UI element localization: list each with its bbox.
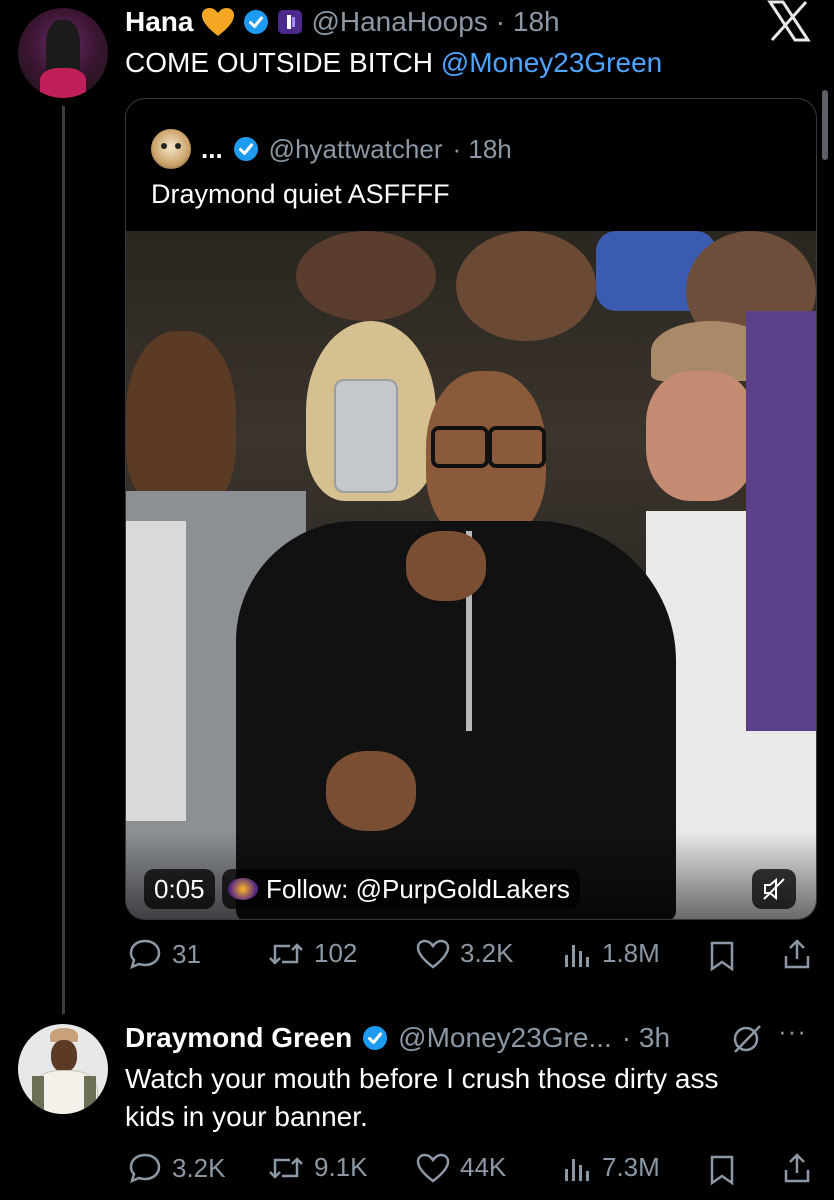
reply-count: 31: [172, 938, 201, 969]
like-button[interactable]: 44K: [416, 1152, 506, 1183]
retweet-icon: [269, 1156, 303, 1179]
thread-line: [62, 106, 65, 1014]
like-button[interactable]: 3.2K: [416, 938, 514, 969]
bookmark-button[interactable]: [708, 940, 736, 972]
heart-icon: [416, 1153, 450, 1183]
bookmark-icon: [710, 941, 734, 972]
heart-icon: [416, 939, 450, 969]
reply-button[interactable]: 3.2K: [128, 1152, 226, 1184]
views-count: 1.8M: [602, 938, 660, 968]
video-timestamp: 0:05: [144, 869, 215, 909]
tweet-time[interactable]: · 18h: [496, 6, 560, 38]
orange-heart-icon: [202, 8, 235, 36]
retweet-button[interactable]: 102: [268, 938, 357, 969]
tweet-text-line: kids in your banner.: [125, 1101, 368, 1132]
avatar-hana[interactable]: [18, 8, 108, 98]
views-icon: [565, 944, 589, 967]
follow-text[interactable]: Follow: @PurpGoldLakers: [266, 874, 570, 905]
share-icon: [784, 1153, 810, 1183]
tweet-time[interactable]: · 3h: [622, 1022, 670, 1054]
reply-count: 3.2K: [172, 1152, 226, 1183]
like-count: 3.2K: [460, 938, 514, 968]
avatar-draymond[interactable]: [18, 1024, 108, 1114]
scrollbar[interactable]: [822, 90, 828, 160]
video-player[interactable]: 0:05 Follow: @PurpGoldLakers: [126, 231, 816, 919]
tweet-text: COME OUTSIDE BITCH @Money23Green: [125, 44, 662, 82]
author-handle[interactable]: @HanaHoops: [311, 6, 487, 38]
reply-button[interactable]: 31: [128, 938, 201, 970]
verified-badge-icon: [363, 1026, 388, 1050]
share-button[interactable]: [782, 938, 812, 970]
share-button[interactable]: [782, 1152, 812, 1184]
reply-icon: [129, 939, 161, 970]
x-logo-icon[interactable]: [766, 0, 816, 46]
grok-icon[interactable]: [730, 1022, 764, 1061]
views-count: 7.3M: [602, 1152, 660, 1182]
follow-overlay[interactable]: Follow: @PurpGoldLakers: [222, 869, 580, 909]
quoted-handle[interactable]: @hyattwatcher: [269, 134, 443, 165]
mention-link[interactable]: @Money23Green: [441, 47, 662, 78]
lakers-logo-icon: [228, 878, 258, 900]
more-options-button[interactable]: ···: [778, 1016, 807, 1047]
quoted-text: Draymond quiet ASFFFF: [151, 179, 450, 209]
retweet-icon: [269, 942, 303, 965]
retweet-count: 102: [314, 938, 358, 968]
share-icon: [784, 939, 810, 969]
video-time-label: 0:05: [154, 873, 205, 904]
like-count: 44K: [460, 1152, 507, 1182]
views-button[interactable]: 7.3M: [562, 1152, 660, 1183]
quoted-avatar[interactable]: [151, 129, 191, 169]
quoted-time[interactable]: · 18h: [452, 134, 511, 165]
author-name[interactable]: Draymond Green: [125, 1022, 352, 1054]
author-name[interactable]: Hana: [125, 6, 193, 38]
bookmark-icon: [710, 1155, 734, 1186]
muted-speaker-icon: [763, 877, 785, 901]
retweet-button[interactable]: 9.1K: [268, 1152, 368, 1183]
tweet-text: Watch your mouth before I crush those di…: [125, 1060, 718, 1136]
quoted-tweet-card[interactable]: ... @hyattwatcher · 18h Draymond quiet A…: [125, 98, 817, 920]
bookmark-button[interactable]: [708, 1154, 736, 1186]
views-button[interactable]: 1.8M: [562, 938, 660, 969]
verified-badge-icon: [244, 10, 269, 34]
author-handle[interactable]: @Money23Gre...: [398, 1022, 612, 1054]
quoted-name[interactable]: ...: [201, 134, 223, 165]
verified-badge-icon: [233, 137, 258, 161]
tweet-text-line: Watch your mouth before I crush those di…: [125, 1063, 719, 1094]
retweet-count: 9.1K: [314, 1152, 368, 1182]
views-icon: [565, 1158, 589, 1181]
mute-button[interactable]: [752, 869, 796, 909]
affiliate-badge-icon: [278, 10, 303, 34]
tweet-text-main: COME OUTSIDE BITCH: [125, 47, 441, 78]
reply-icon: [129, 1153, 161, 1184]
